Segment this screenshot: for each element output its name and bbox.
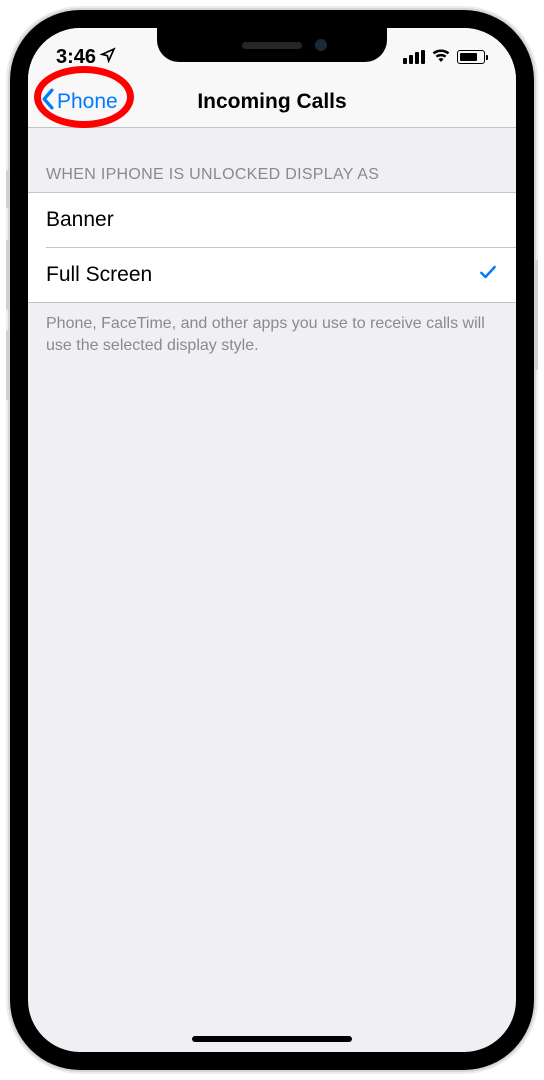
front-camera bbox=[315, 39, 327, 51]
cellular-signal-icon bbox=[403, 50, 425, 64]
option-label: Banner bbox=[46, 208, 114, 232]
home-indicator[interactable] bbox=[192, 1036, 352, 1042]
status-time: 3:46 bbox=[56, 46, 96, 69]
section-footer: Phone, FaceTime, and other apps you use … bbox=[28, 303, 516, 366]
option-label: Full Screen bbox=[46, 263, 152, 287]
chevron-left-icon bbox=[40, 88, 55, 116]
power-button bbox=[534, 260, 538, 370]
battery-icon bbox=[457, 50, 488, 64]
wifi-icon bbox=[431, 47, 451, 67]
notch bbox=[157, 28, 387, 62]
location-icon bbox=[100, 47, 116, 67]
option-full-screen[interactable]: Full Screen bbox=[46, 247, 516, 302]
checkmark-icon bbox=[478, 262, 498, 288]
content-area: WHEN IPHONE IS UNLOCKED DISPLAY AS Banne… bbox=[28, 128, 516, 366]
section-header: WHEN IPHONE IS UNLOCKED DISPLAY AS bbox=[28, 128, 516, 192]
options-list: Banner Full Screen bbox=[28, 192, 516, 303]
device-frame: 3:46 bbox=[10, 10, 534, 1070]
back-button[interactable]: Phone bbox=[40, 88, 118, 116]
status-bar-left: 3:46 bbox=[56, 46, 116, 69]
navigation-bar: Phone Incoming Calls bbox=[28, 76, 516, 128]
back-button-label: Phone bbox=[57, 90, 118, 114]
volume-down-button bbox=[6, 330, 10, 400]
volume-up-button bbox=[6, 240, 10, 310]
silence-switch bbox=[6, 170, 10, 208]
speaker-grille bbox=[242, 42, 302, 49]
screen: 3:46 bbox=[28, 28, 516, 1052]
option-banner[interactable]: Banner bbox=[28, 193, 516, 247]
status-bar-right bbox=[403, 47, 488, 67]
